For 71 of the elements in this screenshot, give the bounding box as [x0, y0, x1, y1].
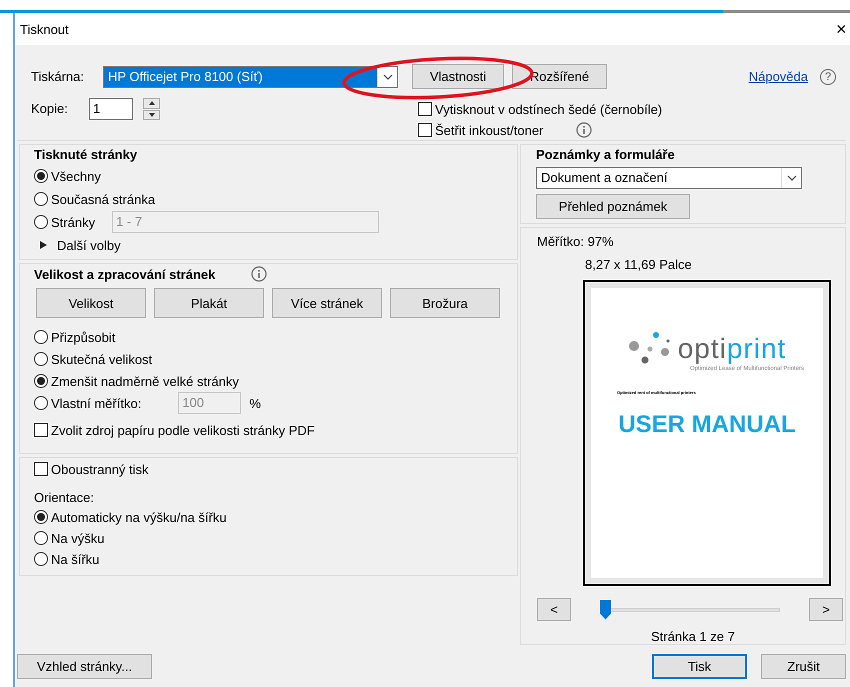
paper-size-label: 8,27 x 11,69 Palce — [585, 257, 693, 272]
more-options-toggle[interactable]: Další volby — [57, 238, 121, 252]
option-label: Současná stránka — [51, 192, 156, 206]
option-label: Na šířku — [51, 552, 100, 566]
radio-button[interactable] — [34, 169, 48, 183]
radio-button[interactable] — [34, 330, 48, 344]
info-icon — [576, 122, 592, 138]
mode-button[interactable]: Brožura — [390, 288, 500, 318]
option-label: Skutečná velikost — [51, 352, 152, 366]
dialog-button[interactable]: Rozšířené — [512, 64, 607, 89]
option-label: Automaticky na výšku/na šířku — [51, 510, 227, 524]
next-page-button[interactable]: > — [809, 598, 843, 621]
option-label: Vlastní měřítko: — [51, 396, 142, 410]
dots-logo-icon — [628, 332, 672, 366]
checkbox[interactable] — [418, 123, 432, 137]
page-setup-button[interactable]: Vzhled stránky... — [17, 654, 152, 678]
radio-button[interactable] — [34, 531, 48, 545]
caret-right-icon[interactable] — [40, 241, 47, 249]
down-arrow-icon — [148, 112, 154, 117]
mode-button[interactable]: Plakát — [154, 288, 264, 318]
document-title: USER MANUAL — [618, 411, 796, 439]
dialog-button[interactable]: Vlastnosti — [412, 64, 504, 89]
orientation-label: Orientace: — [34, 490, 95, 505]
unit-label: % — [249, 396, 261, 410]
close-button[interactable]: × — [836, 18, 850, 40]
mode-button[interactable]: Velikost — [36, 288, 146, 318]
option-label: Zmenšit nadměrně velké stránky — [51, 374, 239, 388]
section-heading: Tisknuté stránky — [34, 147, 138, 162]
page-slider-thumb[interactable] — [600, 600, 611, 620]
option-label: Stránky — [51, 214, 96, 230]
copies-label: Kopie: — [31, 100, 69, 118]
section-heading: Velikost a zpracování stránek — [34, 266, 216, 282]
comments-summary-button[interactable]: Přehled poznámek — [536, 194, 690, 219]
radio-button[interactable] — [34, 352, 48, 366]
option-label: Všechny — [51, 168, 101, 184]
option-label: Přizpůsobit — [51, 330, 116, 344]
help-link[interactable]: Nápověda — [748, 69, 808, 84]
info-icon — [251, 266, 268, 282]
page-indicator: Stránka 1 ze 7 — [651, 629, 736, 644]
radio-button[interactable] — [34, 192, 48, 206]
window-title: Tisknout — [20, 22, 69, 36]
cancel-button[interactable]: Zrušit — [761, 654, 846, 678]
checkbox[interactable] — [418, 102, 432, 116]
spinner[interactable] — [143, 98, 160, 120]
chevron-down-icon — [382, 74, 392, 80]
option-label: Na výšku — [51, 530, 104, 546]
printer-dropdown[interactable]: HP Officejet Pro 8100 (Síť) — [103, 66, 398, 88]
chevron-down-icon — [786, 175, 796, 181]
option-label: Šetřit inkoust/toner — [435, 122, 544, 138]
option-label: Oboustranný tisk — [51, 462, 149, 476]
section-heading: Poznámky a formuláře — [536, 147, 676, 162]
option-label: Zvolit zdroj papíru podle velikosti stránky PDF — [51, 422, 315, 438]
scale-label: Měřítko: 97% — [537, 234, 615, 249]
checkbox[interactable] — [34, 462, 48, 476]
help-icon[interactable]: ? — [820, 68, 836, 84]
radio-button[interactable] — [34, 552, 48, 566]
printer-label: Tiskárna: — [31, 69, 85, 84]
print-button[interactable]: Tisk — [652, 654, 747, 678]
logo-wordmark: optiprint — [678, 333, 786, 365]
option-label: Vytisknout v odstínech šedé (černobíle) — [435, 102, 662, 116]
radio-button[interactable] — [34, 374, 48, 388]
checkbox[interactable] — [34, 423, 48, 437]
radio-button[interactable] — [34, 510, 48, 524]
comments-dropdown[interactable]: Dokument a označení — [536, 167, 802, 189]
copies-field[interactable]: 1 — [89, 98, 133, 120]
radio-button[interactable] — [34, 215, 48, 229]
radio-button[interactable] — [34, 396, 48, 410]
page-slider[interactable] — [600, 600, 780, 620]
mode-button[interactable]: Více stránek — [272, 288, 382, 318]
up-arrow-icon — [148, 101, 154, 106]
previous-page-button[interactable]: < — [537, 598, 571, 621]
